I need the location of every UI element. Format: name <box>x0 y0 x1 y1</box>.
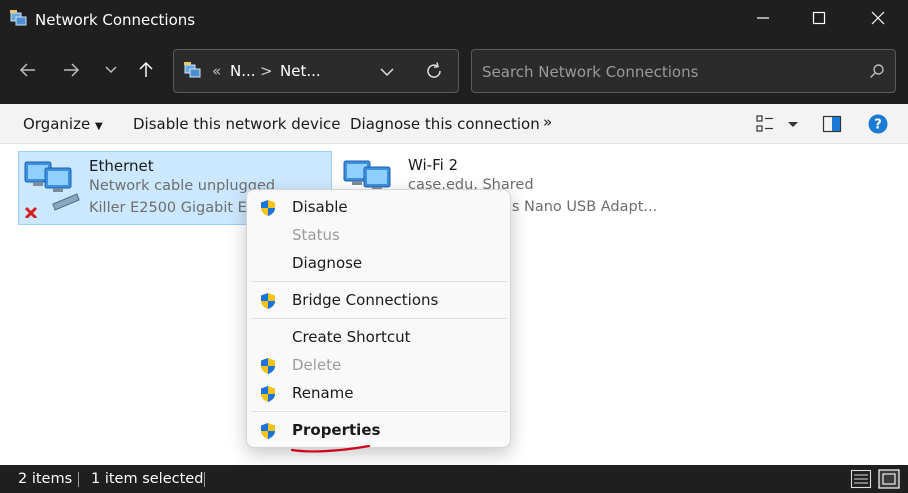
details-view-icon[interactable] <box>850 469 872 489</box>
menu-item-label: Disable <box>292 198 348 216</box>
menu-item-status[interactable]: Status <box>251 222 507 250</box>
search-input[interactable]: Search Network Connections <box>482 63 698 81</box>
menu-item-label: Status <box>292 226 340 244</box>
address-bar[interactable]: « N... > Net... <box>173 49 459 93</box>
chevron-down-icon[interactable] <box>379 64 395 80</box>
window-title: Network Connections <box>35 11 196 29</box>
uac-shield-icon <box>259 422 277 440</box>
menu-item-bridge-connections[interactable]: Bridge Connections <box>251 287 507 315</box>
maximize-icon <box>812 11 826 29</box>
menu-divider <box>251 281 507 282</box>
organize-label: Organize <box>23 115 91 133</box>
menu-item-delete[interactable]: Delete <box>251 352 507 380</box>
connection-name: Wi-Fi 2 <box>408 156 459 174</box>
menu-item-label: Bridge Connections <box>292 291 439 309</box>
breadcrumb-overflow[interactable]: « <box>212 62 221 80</box>
maximize-button[interactable] <box>790 0 848 40</box>
command-bar: Organize ▼ Disable this network device D… <box>0 104 908 144</box>
status-bar: 2 items 1 item selected <box>0 465 908 493</box>
context-menu: Disable Status Diagnose Bridge Connectio… <box>246 189 511 453</box>
up-button[interactable] <box>130 56 162 88</box>
recent-locations-button[interactable] <box>95 56 127 88</box>
menu-item-label: Rename <box>292 384 354 402</box>
status-separator <box>204 472 205 487</box>
disable-device-button[interactable]: Disable this network device <box>133 115 341 133</box>
menu-item-label: Diagnose <box>292 254 363 272</box>
network-connections-icon <box>10 10 30 28</box>
minimize-icon <box>756 11 770 29</box>
chevron-down-icon <box>102 61 120 83</box>
preview-pane-icon[interactable] <box>822 114 842 134</box>
uac-shield-icon <box>259 199 277 217</box>
breadcrumb-item[interactable]: Net... <box>280 62 321 80</box>
change-view-icon[interactable] <box>756 114 776 134</box>
minimize-button[interactable] <box>734 0 792 40</box>
menu-item-diagnose[interactable]: Diagnose <box>251 250 507 278</box>
status-separator <box>78 472 79 487</box>
back-button[interactable] <box>12 56 44 88</box>
menu-item-properties[interactable]: Properties <box>251 417 507 453</box>
title-bar: Network Connections <box>0 0 908 40</box>
menu-item-label: Properties <box>292 421 381 439</box>
menu-item-create-shortcut[interactable]: Create Shortcut <box>251 324 507 352</box>
diagnose-connection-button[interactable]: Diagnose this connection <box>350 115 540 133</box>
close-icon <box>871 11 885 29</box>
arrow-left-icon <box>19 61 37 83</box>
connection-name: Ethernet <box>89 157 154 175</box>
refresh-icon[interactable] <box>424 61 444 81</box>
help-icon[interactable]: ? <box>868 114 888 134</box>
breadcrumb-separator[interactable]: > <box>260 62 273 80</box>
red-annotation-underline <box>290 441 371 453</box>
menu-divider <box>251 318 507 319</box>
view-options-dropdown-icon[interactable] <box>784 116 804 136</box>
arrow-up-icon <box>137 61 155 83</box>
menu-item-label: Create Shortcut <box>292 328 411 346</box>
menu-item-rename[interactable]: Rename <box>251 380 507 408</box>
selection-count: 1 item selected <box>91 471 204 487</box>
close-button[interactable] <box>849 0 907 40</box>
uac-shield-icon <box>259 385 277 403</box>
arrow-right-icon <box>62 61 80 83</box>
organize-button[interactable]: Organize ▼ <box>23 115 103 133</box>
uac-shield-icon <box>259 292 277 310</box>
more-commands-button[interactable]: » <box>543 113 552 131</box>
ethernet-adapter-icon <box>23 158 83 220</box>
items-count: 2 items <box>18 471 73 487</box>
search-box[interactable]: Search Network Connections <box>471 49 896 93</box>
menu-divider <box>251 411 507 412</box>
breadcrumb-item[interactable]: N... <box>230 62 256 80</box>
uac-shield-icon <box>259 357 277 375</box>
caret-down-icon: ▼ <box>94 121 103 132</box>
search-icon[interactable] <box>869 63 885 79</box>
network-folder-icon <box>184 62 204 80</box>
menu-item-label: Delete <box>292 356 342 374</box>
connection-device: ...s Nano USB Adapt... <box>498 199 658 215</box>
navigation-bar: « N... > Net... Search Network Connectio… <box>0 40 908 104</box>
menu-item-disable[interactable]: Disable <box>251 194 507 222</box>
large-icons-view-icon[interactable] <box>878 469 900 489</box>
forward-button[interactable] <box>55 56 87 88</box>
svg-text:?: ? <box>874 118 882 133</box>
